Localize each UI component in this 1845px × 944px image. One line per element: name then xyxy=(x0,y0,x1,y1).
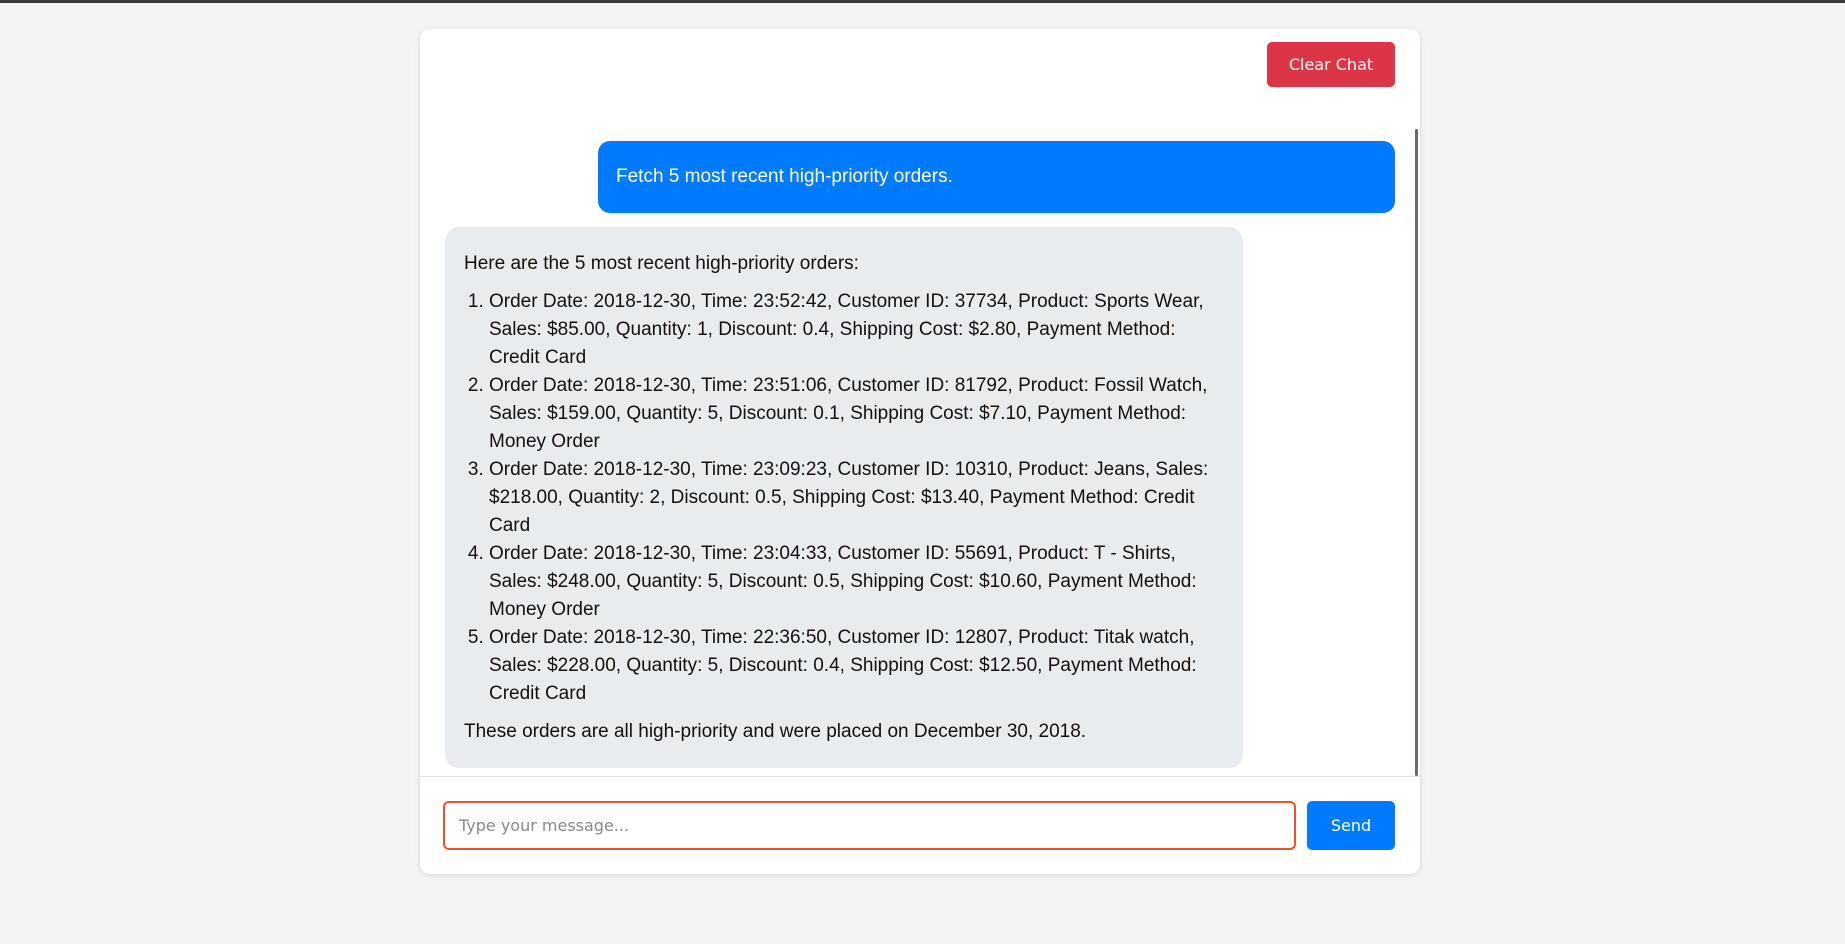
assistant-outro-text: These orders are all high-priority and w… xyxy=(464,721,1087,742)
chat-header: Clear Chat xyxy=(420,29,1420,99)
orders-list: Order Date: 2018-12-30, Time: 23:52:42, … xyxy=(464,288,1225,708)
order-list-item: Order Date: 2018-12-30, Time: 23:04:33, … xyxy=(489,540,1225,624)
user-message-bubble: Fetch 5 most recent high-priority orders… xyxy=(598,141,1395,213)
order-list-item: Order Date: 2018-12-30, Time: 22:36:50, … xyxy=(489,624,1225,708)
message-input[interactable] xyxy=(443,801,1296,850)
order-list-item: Order Date: 2018-12-30, Time: 23:52:42, … xyxy=(489,288,1225,372)
assistant-intro-text: Here are the 5 most recent high-priority… xyxy=(464,253,859,274)
message-list: Fetch 5 most recent high-priority orders… xyxy=(420,99,1420,776)
order-list-item: Order Date: 2018-12-30, Time: 23:09:23, … xyxy=(489,456,1225,540)
chat-container: Clear Chat Fetch 5 most recent high-prio… xyxy=(420,29,1420,874)
window-top-edge xyxy=(0,0,1845,3)
send-button[interactable]: Send xyxy=(1307,801,1395,850)
assistant-message-bubble: Here are the 5 most recent high-priority… xyxy=(445,227,1243,768)
message-list-scrollbar[interactable] xyxy=(1415,129,1418,776)
message-composer: Send xyxy=(420,777,1420,874)
order-list-item: Order Date: 2018-12-30, Time: 23:51:06, … xyxy=(489,372,1225,456)
clear-chat-button[interactable]: Clear Chat xyxy=(1267,42,1395,87)
